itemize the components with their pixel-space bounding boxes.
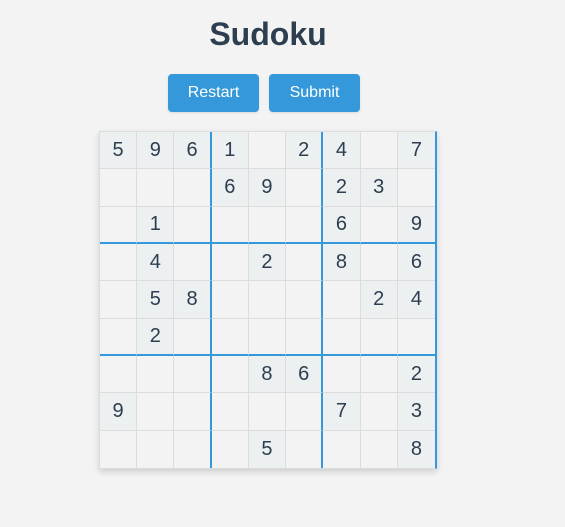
sudoku-cell-r8-c6[interactable] [286,393,324,431]
submit-button[interactable]: Submit [269,74,360,112]
sudoku-cell-r4-c7[interactable]: 8 [323,243,361,282]
sudoku-cell-r6-c4[interactable] [211,318,249,356]
sudoku-cell-r4-c3[interactable] [174,243,212,282]
sudoku-cell-r8-c1[interactable]: 9 [100,393,138,431]
sudoku-cell-r3-c9[interactable]: 9 [397,206,435,244]
sudoku-cell-r3-c7[interactable]: 6 [323,206,361,244]
sudoku-cell-r9-c2[interactable] [137,430,175,468]
sudoku-cell-r2-c7[interactable]: 2 [323,169,361,207]
sudoku-cell-r7-c2[interactable] [137,355,175,394]
sudoku-cell-r3-c4[interactable] [211,206,249,244]
sudoku-cell-r8-c9[interactable]: 3 [397,393,435,431]
sudoku-cell-r4-c8[interactable] [360,243,398,282]
sudoku-cell-r1-c9[interactable]: 7 [397,132,435,170]
page-title: Sudoku [209,16,327,52]
sudoku-cell-r3-c5[interactable] [248,206,287,244]
sudoku-cell-r5-c4[interactable] [211,281,249,319]
sudoku-cell-r3-c6[interactable] [286,206,324,244]
sudoku-cell-r6-c2[interactable]: 2 [137,318,175,356]
sudoku-cell-r5-c7[interactable] [323,281,361,319]
sudoku-cell-r9-c4[interactable] [211,430,249,468]
sudoku-cell-r2-c6[interactable] [286,169,324,207]
sudoku-cell-r5-c3[interactable]: 8 [174,281,212,319]
sudoku-cell-r1-c6[interactable]: 2 [286,132,324,170]
sudoku-cell-r2-c3[interactable] [174,169,212,207]
sudoku-cell-r9-c8[interactable] [360,430,398,468]
restart-button[interactable]: Restart [168,74,259,112]
sudoku-cell-r7-c1[interactable] [100,355,138,394]
sudoku-cell-r4-c6[interactable] [286,243,324,282]
sudoku-cell-r7-c9[interactable]: 2 [397,355,435,394]
sudoku-cell-r6-c6[interactable] [286,318,324,356]
sudoku-cell-r5-c8[interactable]: 2 [360,281,398,319]
sudoku-cell-r2-c9[interactable] [397,169,435,207]
sudoku-cell-r8-c7[interactable]: 7 [323,393,361,431]
sudoku-cell-r9-c6[interactable] [286,430,324,468]
sudoku-cell-r4-c4[interactable] [211,243,249,282]
sudoku-cell-r2-c2[interactable] [137,169,175,207]
sudoku-cell-r1-c4[interactable]: 1 [211,132,249,170]
sudoku-cell-r8-c4[interactable] [211,393,249,431]
sudoku-cell-r3-c8[interactable] [360,206,398,244]
sudoku-cell-r5-c1[interactable] [100,281,138,319]
sudoku-cell-r6-c3[interactable] [174,318,212,356]
sudoku-cell-r9-c5[interactable]: 5 [248,430,287,468]
sudoku-cell-r7-c5[interactable]: 8 [248,355,287,394]
sudoku-cell-r8-c5[interactable] [248,393,287,431]
sudoku-cell-r3-c2[interactable]: 1 [137,206,175,244]
sudoku-cell-r6-c5[interactable] [248,318,287,356]
sudoku-board: 5961247692316942865824286297358 [99,131,437,469]
sudoku-cell-r1-c5[interactable] [248,132,287,170]
sudoku-cell-r7-c4[interactable] [211,355,249,394]
sudoku-cell-r9-c1[interactable] [100,430,138,468]
sudoku-cell-r4-c2[interactable]: 4 [137,243,175,282]
sudoku-cell-r3-c1[interactable] [100,206,138,244]
sudoku-cell-r3-c3[interactable] [174,206,212,244]
sudoku-cell-r1-c7[interactable]: 4 [323,132,361,170]
sudoku-cell-r4-c1[interactable] [100,243,138,282]
sudoku-cell-r2-c1[interactable] [100,169,138,207]
sudoku-cell-r5-c2[interactable]: 5 [137,281,175,319]
sudoku-cell-r5-c6[interactable] [286,281,324,319]
sudoku-cell-r5-c9[interactable]: 4 [397,281,435,319]
sudoku-cell-r6-c1[interactable] [100,318,138,356]
sudoku-cell-r1-c3[interactable]: 6 [174,132,212,170]
sudoku-cell-r9-c9[interactable]: 8 [397,430,435,468]
sudoku-cell-r8-c8[interactable] [360,393,398,431]
sudoku-cell-r7-c6[interactable]: 6 [286,355,324,394]
sudoku-cell-r2-c4[interactable]: 6 [211,169,249,207]
sudoku-cell-r7-c3[interactable] [174,355,212,394]
controls: Restart Submit [168,74,360,112]
sudoku-cell-r6-c9[interactable] [397,318,435,356]
sudoku-cell-r2-c8[interactable]: 3 [360,169,398,207]
sudoku-cell-r2-c5[interactable]: 9 [248,169,287,207]
sudoku-cell-r6-c8[interactable] [360,318,398,356]
sudoku-cell-r1-c8[interactable] [360,132,398,170]
sudoku-cell-r8-c3[interactable] [174,393,212,431]
sudoku-cell-r4-c9[interactable]: 6 [397,243,435,282]
sudoku-cell-r5-c5[interactable] [248,281,287,319]
sudoku-cell-r6-c7[interactable] [323,318,361,356]
sudoku-cell-r7-c7[interactable] [323,355,361,394]
sudoku-cell-r1-c1[interactable]: 5 [100,132,138,170]
sudoku-cell-r7-c8[interactable] [360,355,398,394]
sudoku-cell-r4-c5[interactable]: 2 [248,243,287,282]
sudoku-cell-r1-c2[interactable]: 9 [137,132,175,170]
sudoku-cell-r9-c7[interactable] [323,430,361,468]
sudoku-cell-r8-c2[interactable] [137,393,175,431]
sudoku-cell-r9-c3[interactable] [174,430,212,468]
